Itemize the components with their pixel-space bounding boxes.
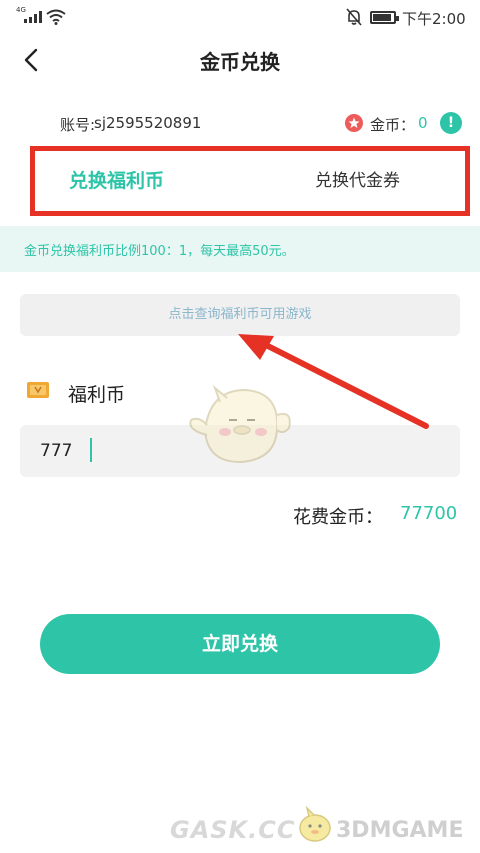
coin-value: 0 bbox=[418, 114, 428, 132]
exchange-tabs: 兑换福利币 兑换代金券 bbox=[30, 146, 470, 216]
account-row: 账号: sj2595520891 金币： 0 ! bbox=[0, 104, 480, 142]
info-icon[interactable]: ! bbox=[440, 112, 462, 134]
signal-icon bbox=[24, 11, 44, 23]
status-bar: 4G 下午2:00 bbox=[0, 0, 480, 34]
exchange-now-button[interactable]: 立即兑换 bbox=[40, 614, 440, 674]
account-value: sj2595520891 bbox=[94, 114, 202, 132]
notice-text: 金币兑换福利币比例100：1，每天最高50元。 bbox=[24, 244, 295, 259]
header: 金币兑换 bbox=[0, 34, 480, 84]
bell-off-icon bbox=[346, 8, 362, 26]
watermark-bird-icon bbox=[299, 806, 331, 842]
text-caret bbox=[90, 438, 92, 462]
tab-exchange-voucher[interactable]: 兑换代金券 bbox=[315, 151, 400, 211]
page-title: 金币兑换 bbox=[200, 50, 280, 74]
coin-label: 金币： bbox=[370, 116, 416, 134]
battery-icon bbox=[370, 11, 399, 24]
account-label: 账号: bbox=[60, 116, 96, 134]
exchange-ratio-notice: 金币兑换福利币比例100：1，每天最高50元。 bbox=[0, 226, 480, 272]
cost-label: 花费金币： bbox=[293, 507, 383, 528]
coin-star-icon bbox=[345, 114, 363, 132]
amount-input-value: 777 bbox=[40, 441, 73, 461]
cost-value: 77700 bbox=[400, 503, 458, 524]
site-watermark: GASK.CC 3DMGAME bbox=[160, 804, 480, 848]
status-time: 下午2:00 bbox=[402, 10, 466, 28]
watermark-left-text: GASK.CC bbox=[170, 816, 296, 844]
watermark-right-text: 3DMGAME bbox=[336, 818, 464, 843]
mascot-watermark bbox=[189, 384, 291, 464]
wifi-icon bbox=[46, 9, 66, 25]
tab-exchange-welfare-coin[interactable]: 兑换福利币 bbox=[69, 151, 164, 211]
welfare-coin-label: 福利币 bbox=[68, 384, 126, 406]
ticket-icon bbox=[27, 382, 49, 398]
